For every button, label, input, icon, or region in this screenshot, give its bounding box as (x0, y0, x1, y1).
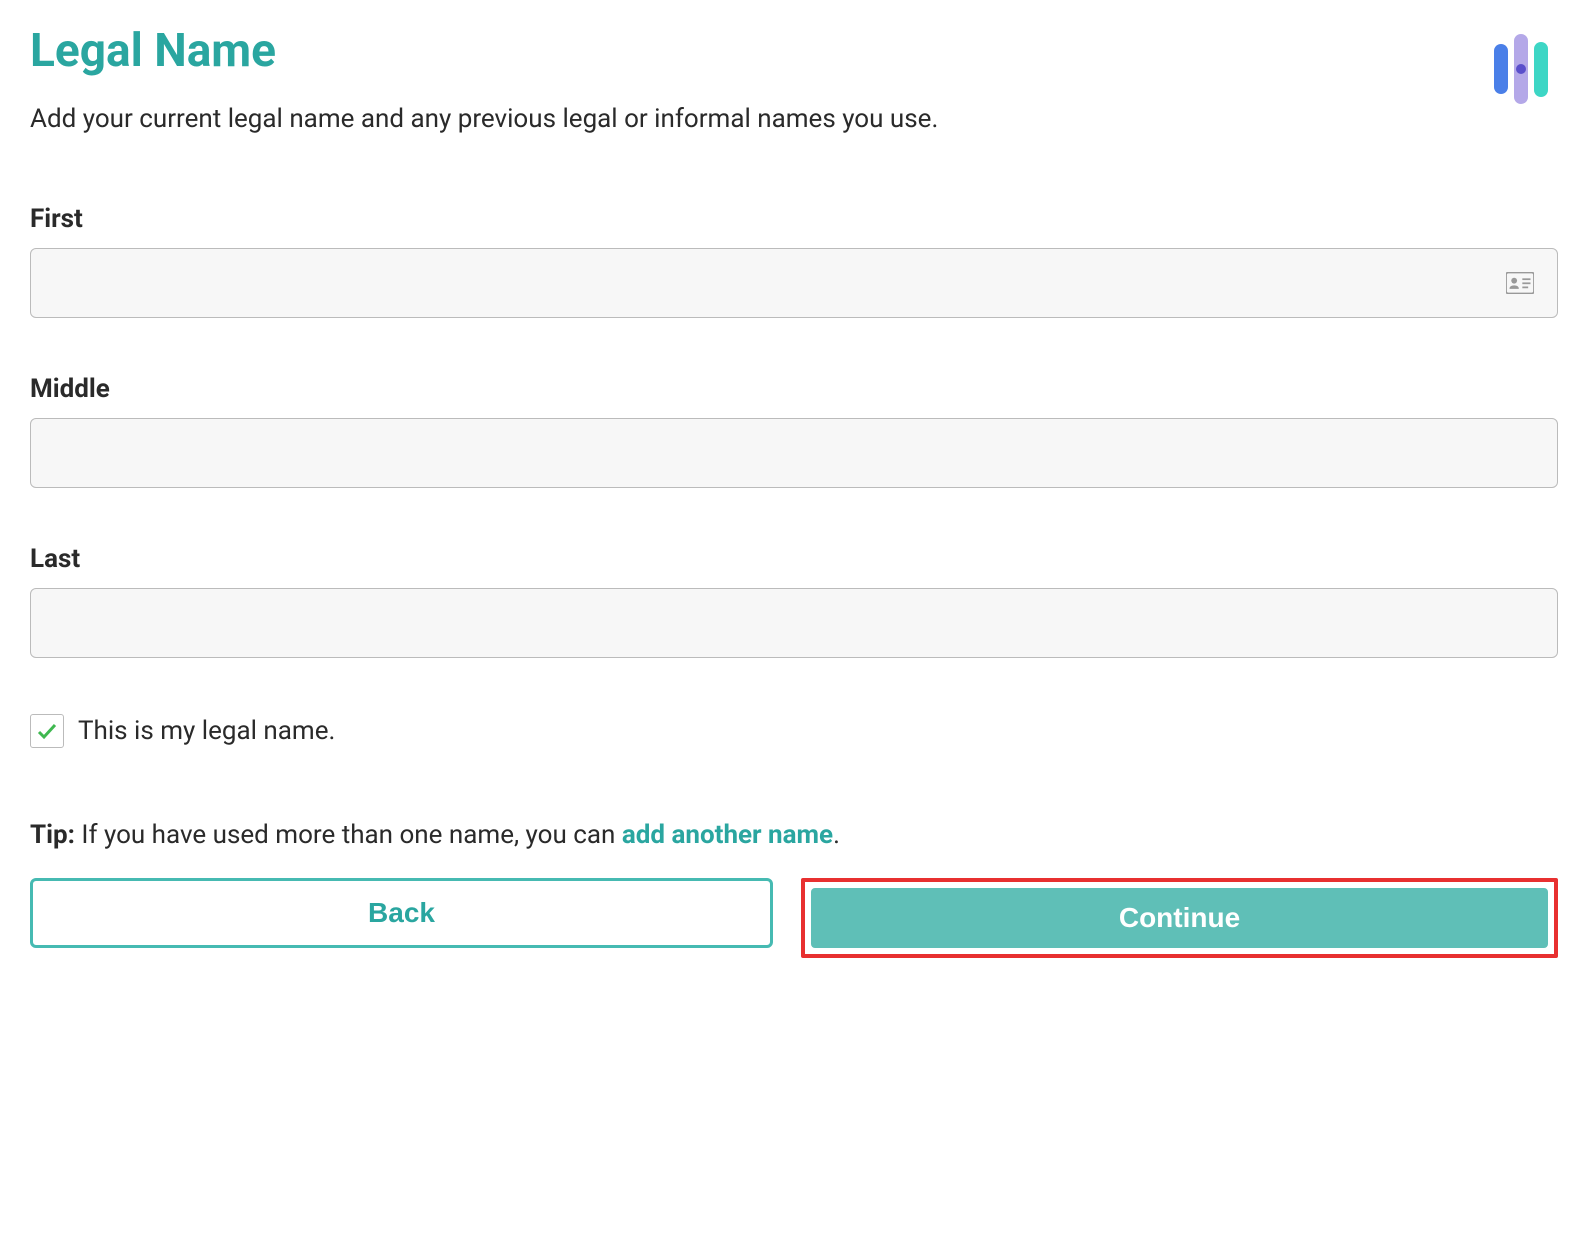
logo-icon (1494, 34, 1548, 104)
tip-prefix: Tip: (30, 820, 75, 850)
tip-suffix: . (833, 820, 840, 850)
id-card-icon (1506, 272, 1534, 294)
add-another-name-link[interactable]: add another name (622, 820, 833, 850)
tip-text: Tip: If you have used more than one name… (30, 820, 1558, 850)
page-title: Legal Name (30, 24, 276, 78)
legal-name-checkbox[interactable] (30, 714, 64, 748)
checkmark-icon (35, 719, 59, 743)
tip-body: If you have used more than one name, you… (75, 820, 622, 850)
first-name-input[interactable] (30, 248, 1558, 318)
first-name-group: First (30, 204, 1558, 318)
continue-button[interactable]: Continue (811, 888, 1548, 948)
first-name-label: First (30, 204, 1558, 234)
continue-button-highlight: Continue (801, 878, 1558, 958)
legal-name-checkbox-label: This is my legal name. (78, 716, 335, 746)
middle-name-group: Middle (30, 374, 1558, 488)
last-name-input[interactable] (30, 588, 1558, 658)
middle-name-input[interactable] (30, 418, 1558, 488)
last-name-group: Last (30, 544, 1558, 658)
back-button[interactable]: Back (30, 878, 773, 948)
last-name-label: Last (30, 544, 1558, 574)
page-subtitle: Add your current legal name and any prev… (30, 104, 1558, 134)
middle-name-label: Middle (30, 374, 1558, 404)
